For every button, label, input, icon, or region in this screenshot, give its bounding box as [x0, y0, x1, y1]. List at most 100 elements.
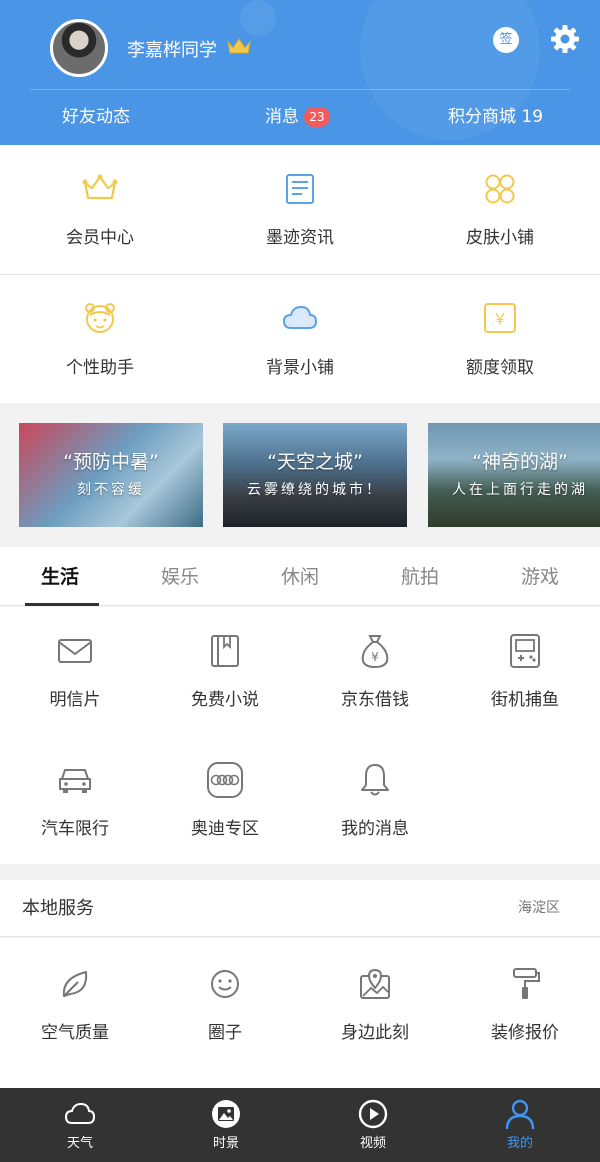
grid-divider [0, 274, 600, 275]
feature-label: 额度领取 [466, 358, 534, 378]
feature-item-quota[interactable]: ￥ 额度领取 [400, 301, 600, 378]
sign-in-icon[interactable]: 签 [493, 27, 519, 53]
nav-label: 视频 [359, 1136, 386, 1151]
local-item-air-quality[interactable]: 空气质量 [0, 966, 150, 1043]
username[interactable]: 李嘉桦同学 [127, 36, 217, 62]
paint-roller-icon [513, 968, 540, 999]
nav-mine[interactable]: 我的 [445, 1088, 595, 1162]
local-label: 装修报价 [491, 1023, 559, 1043]
feature-item-vip-center[interactable]: 会员中心 [0, 173, 200, 248]
gamepad-icon [510, 634, 540, 668]
life-label: 我的消息 [341, 819, 409, 839]
assistant-icon [85, 303, 115, 333]
envelope-icon [58, 639, 92, 663]
local-item-renovation-quote[interactable]: 装修报价 [450, 966, 600, 1043]
feature-label: 皮肤小铺 [466, 228, 534, 248]
cloud-icon [282, 305, 318, 329]
local-item-nearby-now[interactable]: 身边此刻 [300, 966, 450, 1043]
banner-subtitle: 云雾缭绕的城市！ [247, 482, 383, 498]
crown-icon [82, 174, 118, 200]
header-decoration [240, 0, 276, 36]
life-item-car-restriction[interactable]: 汽车限行 [0, 762, 150, 839]
local-services-title: 本地服务 [22, 898, 94, 919]
photo-icon [212, 1100, 240, 1128]
feature-item-skin-shop[interactable]: 皮肤小铺 [400, 173, 600, 248]
nav-label: 时景 [212, 1136, 239, 1151]
skin-icon [485, 174, 515, 204]
tab-games[interactable]: 游戏 [480, 547, 600, 606]
nav-weather[interactable]: 天气 [5, 1088, 155, 1162]
feature-label: 墨迹资讯 [266, 228, 334, 248]
svg-text:￥: ￥ [492, 310, 507, 328]
gear-icon[interactable] [550, 24, 580, 54]
message-count-badge: 23 [304, 107, 330, 127]
feature-label: 会员中心 [66, 228, 134, 248]
life-item-audi-zone[interactable]: 奥迪专区 [150, 762, 300, 839]
active-tab-indicator [25, 603, 99, 606]
tab-entertainment[interactable]: 娱乐 [120, 547, 240, 606]
money-bag-icon: ¥ [361, 635, 389, 669]
nav-video[interactable]: 视频 [298, 1088, 448, 1162]
profile-header: 李嘉桦同学 签 好友动态 消息 23 积分商城 19 [0, 0, 600, 145]
banner-carousel[interactable]: “预防中暑” 刻不容缓 “天空之城” 云雾缭绕的城市！ “神奇的湖” 人在上面行… [0, 403, 600, 547]
audi-icon [207, 762, 243, 798]
life-item-jd-loan[interactable]: ¥ 京东借钱 [300, 633, 450, 710]
life-item-free-novels[interactable]: 免费小说 [150, 633, 300, 710]
person-icon [505, 1099, 535, 1130]
messages-label: 消息 [265, 107, 299, 127]
feature-label: 个性助手 [66, 358, 134, 378]
map-pin-icon [360, 968, 390, 999]
category-tabs: 生活 娱乐 休闲 航拍 游戏 [0, 547, 600, 606]
local-item-circle[interactable]: 圈子 [150, 966, 300, 1043]
tab-aerial[interactable]: 航拍 [360, 547, 480, 606]
life-item-postcard[interactable]: 明信片 [0, 633, 150, 710]
quota-icon: ￥ [484, 303, 516, 333]
life-label: 明信片 [49, 690, 101, 710]
banner-title: “预防中暑” [63, 451, 159, 473]
bell-icon [361, 764, 389, 796]
life-label: 街机捕鱼 [491, 690, 559, 710]
bottom-navigation: 天气 时景 视频 我的 [0, 1088, 600, 1162]
car-icon [59, 769, 91, 793]
svg-text:¥: ¥ [371, 650, 379, 664]
local-services-grid: 空气质量 圈子 身边此刻 装修报价 [0, 938, 600, 1088]
feature-item-background-shop[interactable]: 背景小铺 [200, 301, 400, 378]
leaf-icon [62, 971, 88, 997]
friends-activity-link[interactable]: 好友动态 [62, 104, 130, 130]
avatar[interactable] [50, 19, 108, 77]
banner-item[interactable]: “神奇的湖” 人在上面行走的湖 [428, 423, 600, 527]
local-label: 空气质量 [41, 1023, 109, 1043]
banner-item[interactable]: “预防中暑” 刻不容缓 [19, 423, 203, 527]
book-icon [211, 635, 239, 667]
tab-leisure[interactable]: 休闲 [240, 547, 360, 606]
points-mall-link[interactable]: 积分商城 19 [448, 104, 543, 130]
play-icon [358, 1099, 388, 1129]
location-selector[interactable]: 海淀区 [518, 880, 560, 937]
tab-life[interactable]: 生活 [0, 547, 120, 606]
nav-label: 天气 [66, 1136, 93, 1151]
life-item-my-messages[interactable]: 我的消息 [300, 762, 450, 839]
messages-link[interactable]: 消息 23 [265, 104, 330, 130]
banner-title: “天空之城” [267, 451, 363, 473]
smile-icon [211, 970, 239, 998]
life-label: 汽车限行 [41, 819, 109, 839]
banner-subtitle: 人在上面行走的湖 [452, 482, 588, 498]
life-label: 免费小说 [191, 690, 259, 710]
header-divider [30, 89, 570, 90]
local-label: 身边此刻 [341, 1023, 409, 1043]
banner-item[interactable]: “天空之城” 云雾缭绕的城市！ [223, 423, 407, 527]
local-label: 圈子 [208, 1023, 242, 1043]
nav-label: 我的 [506, 1136, 533, 1151]
banner-title: “神奇的湖” [472, 451, 568, 473]
feature-item-assistant[interactable]: 个性助手 [0, 301, 200, 378]
nav-scenes[interactable]: 时景 [151, 1088, 301, 1162]
banner-subtitle: 刻不容缓 [77, 482, 145, 498]
news-icon [286, 174, 314, 204]
life-item-arcade-fishing[interactable]: 街机捕鱼 [450, 633, 600, 710]
vip-crown-icon [227, 38, 251, 54]
life-label: 京东借钱 [341, 690, 409, 710]
feature-item-news[interactable]: 墨迹资讯 [200, 173, 400, 248]
local-services-header: 本地服务 海淀区 [0, 880, 600, 937]
weather-cloud-icon [64, 1102, 96, 1124]
life-label: 奥迪专区 [191, 819, 259, 839]
